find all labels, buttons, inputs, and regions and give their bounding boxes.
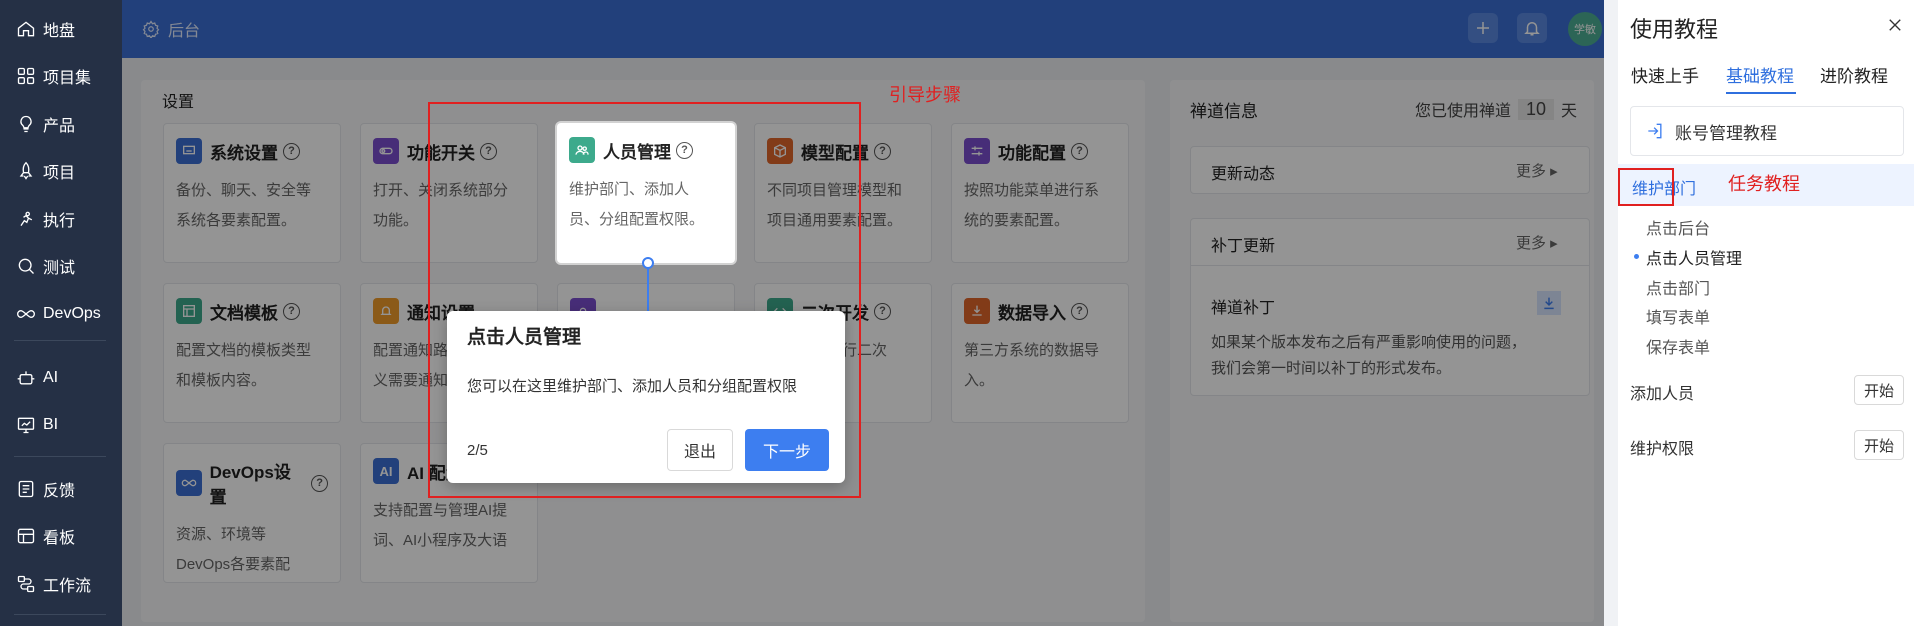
nav-item-project[interactable]: 项目 — [0, 153, 122, 189]
login-icon — [1648, 123, 1662, 139]
nav-label: 测试 — [43, 260, 76, 277]
workflow-icon — [15, 573, 37, 595]
nav-label: DevOps — [43, 305, 101, 322]
robot-icon — [15, 367, 37, 389]
lightbulb-icon — [15, 113, 37, 135]
nav-label: 执行 — [43, 213, 76, 230]
step-item: 填写表单 — [1646, 310, 1711, 327]
nav-item-execution[interactable]: 执行 — [0, 201, 122, 237]
nav-divider — [14, 340, 106, 341]
nav-item-devops[interactable]: DevOps — [0, 296, 122, 332]
nav-label: 项目 — [43, 165, 76, 182]
nav-label: BI — [43, 416, 59, 433]
feedback-icon — [15, 478, 37, 500]
chart-icon — [15, 414, 37, 436]
home-icon — [15, 18, 37, 40]
drawer-title: 使用教程 — [1630, 17, 1719, 42]
nav-label: AI — [43, 369, 59, 386]
tab-advanced-tutorial[interactable]: 进阶教程 — [1820, 62, 1888, 87]
nav-label: 工作流 — [43, 578, 92, 595]
nav-item-ai[interactable]: AI — [0, 360, 122, 396]
start-button[interactable]: 开始 — [1854, 430, 1904, 460]
kanban-icon — [15, 525, 37, 547]
nav-label: 反馈 — [43, 483, 76, 500]
nav-label: 项目集 — [43, 70, 92, 87]
step-item: 保存表单 — [1646, 340, 1711, 357]
search-bug-icon — [15, 255, 37, 277]
account-tutorial-item[interactable]: 账号管理教程 — [1630, 106, 1904, 156]
nav-item-bi[interactable]: BI — [0, 407, 122, 443]
nav-divider — [14, 614, 106, 615]
current-step-dot — [1634, 254, 1639, 259]
run-icon — [15, 208, 37, 230]
nav-divider — [14, 456, 106, 457]
nav-label: 看板 — [43, 530, 76, 547]
tour-overlay — [122, 0, 1604, 626]
left-nav: 地盘 项目集 产品 项目 执行 测试 DevOps AI BI 反馈 看板 工作… — [0, 0, 122, 626]
nav-item-workflow[interactable]: 工作流 — [0, 566, 122, 602]
guide-steps-highlight-box — [428, 102, 861, 498]
close-button[interactable] — [1886, 16, 1906, 36]
active-tab-indicator — [1726, 92, 1796, 94]
tutorial-drawer: 使用教程 快速上手 基础教程 进阶教程 账号管理教程 维护部门 点击后台 点击人… — [1618, 0, 1914, 626]
task-tutorial-highlight-box — [1618, 168, 1674, 206]
nav-item-test[interactable]: 测试 — [0, 248, 122, 284]
tab-quick-start[interactable]: 快速上手 — [1631, 62, 1699, 87]
nav-label: 地盘 — [43, 23, 76, 40]
task-tutorial-annotation: 任务教程 — [1728, 174, 1800, 194]
nav-item-program[interactable]: 项目集 — [0, 58, 122, 94]
account-tutorial-label: 账号管理教程 — [1675, 123, 1777, 143]
start-button[interactable]: 开始 — [1854, 375, 1904, 405]
step-item: 点击部门 — [1646, 281, 1711, 298]
infinity-icon — [15, 303, 37, 325]
nav-item-kanban[interactable]: 看板 — [0, 518, 122, 554]
nav-label: 产品 — [43, 118, 76, 135]
task-label: 维护权限 — [1630, 441, 1695, 458]
step-item: 点击后台 — [1646, 221, 1711, 238]
nav-item-feedback[interactable]: 反馈 — [0, 471, 122, 507]
tab-basic-tutorial[interactable]: 基础教程 — [1726, 62, 1794, 87]
task-label: 添加人员 — [1630, 386, 1695, 403]
step-item-current: 点击人员管理 — [1646, 251, 1743, 268]
grid-icon — [15, 65, 37, 87]
nav-item-dashboard[interactable]: 地盘 — [0, 11, 122, 47]
nav-item-product[interactable]: 产品 — [0, 106, 122, 142]
close-icon — [1889, 19, 1901, 31]
rocket-icon — [15, 160, 37, 182]
guide-steps-annotation: 引导步骤 — [889, 85, 961, 105]
